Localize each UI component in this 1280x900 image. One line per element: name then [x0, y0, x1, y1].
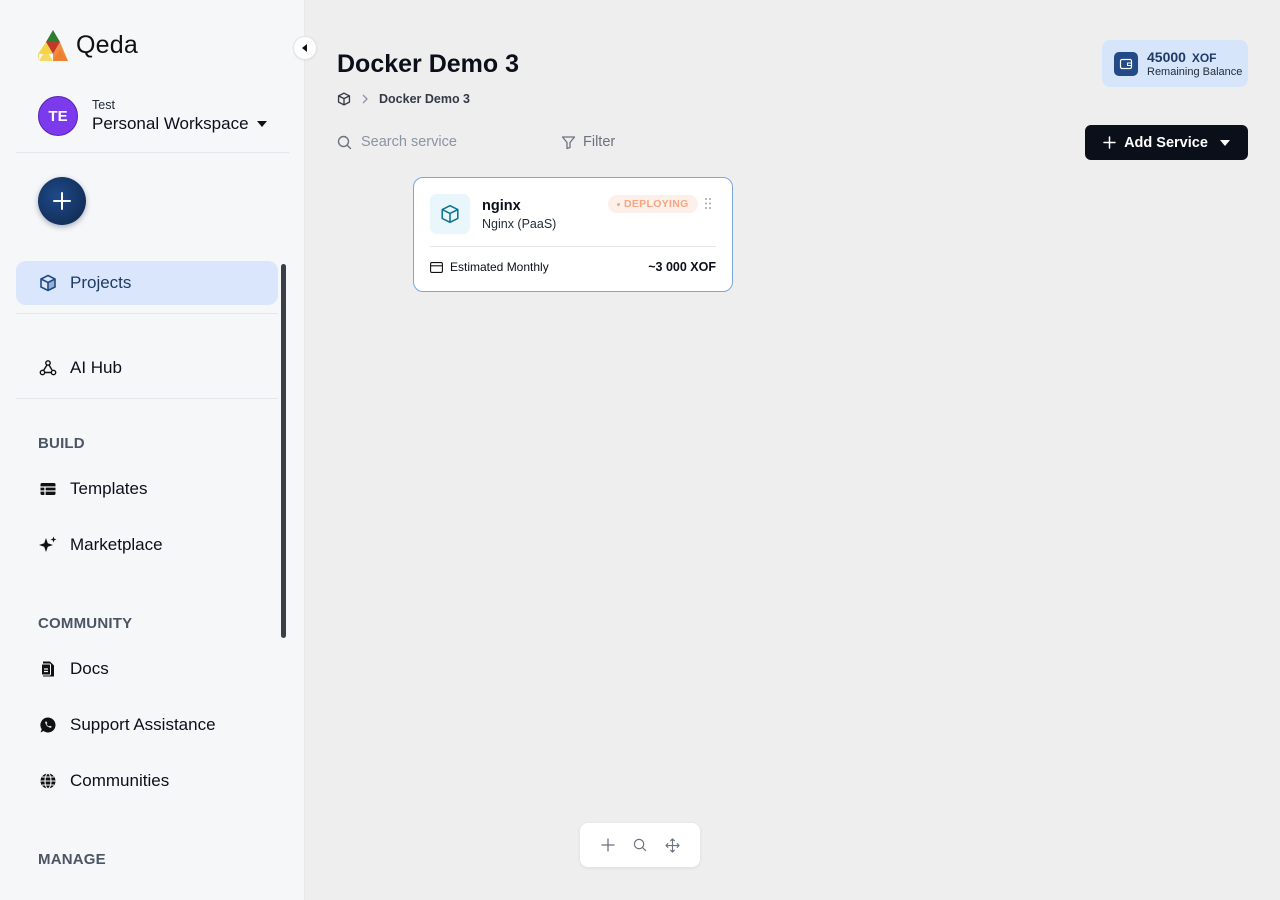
sidebar-item-support-assistance[interactable]: Support Assistance	[16, 703, 278, 747]
divider	[16, 313, 278, 314]
chevron-left-icon	[302, 44, 307, 52]
balance-badge[interactable]: 45000 XOF Remaining Balance	[1102, 40, 1248, 87]
filter-icon	[561, 135, 576, 149]
wallet-icon	[1114, 51, 1138, 76]
divider	[430, 246, 716, 247]
sidebar-item-docs[interactable]: Docs	[16, 647, 278, 691]
sidebar-item-label: Marketplace	[70, 535, 163, 554]
avatar: TE	[38, 96, 78, 136]
whatsapp-icon	[38, 715, 58, 735]
balance-label: Remaining Balance	[1147, 66, 1243, 78]
balance-currency: XOF	[1191, 51, 1217, 65]
sidebar-item-templates[interactable]: Templates	[16, 467, 278, 511]
sidebar-item-communities[interactable]: Communities	[16, 759, 278, 803]
canvas-toolbar	[580, 823, 700, 867]
search-placeholder: Search service	[361, 134, 457, 150]
status-dot-icon	[617, 202, 620, 206]
status-text: DEPLOYING	[624, 198, 689, 210]
divider	[16, 152, 289, 153]
workspace-label: Test	[92, 98, 115, 112]
globe-icon	[38, 771, 58, 791]
add-service-label: Add Service	[1124, 134, 1208, 151]
brand-logo[interactable]: Qeda	[38, 30, 138, 61]
collapse-sidebar-button[interactable]	[293, 36, 317, 60]
estimate-value: ~3 000 XOF	[648, 260, 716, 274]
breadcrumb: Docker Demo 3	[337, 92, 470, 106]
sidebar-item-ai-hub[interactable]: AI Hub	[16, 346, 278, 390]
credit-card-icon	[430, 261, 443, 273]
workspace-switcher[interactable]: TE Test Personal Workspace	[38, 96, 267, 136]
caret-down-icon	[1219, 139, 1230, 146]
section-title-manage: MANAGE	[38, 851, 106, 868]
sidebar-item-label: Support Assistance	[70, 715, 216, 734]
estimate-label: Estimated Monthly	[450, 260, 549, 274]
sidebar-item-label: AI Hub	[70, 358, 122, 377]
sidebar-item-label: Templates	[70, 479, 148, 498]
page-title: Docker Demo 3	[337, 50, 520, 78]
pan-button[interactable]	[660, 833, 684, 857]
service-name: nginx	[482, 198, 521, 214]
move-icon	[664, 837, 680, 853]
chevron-right-icon	[362, 94, 368, 104]
sidebar-item-label: Projects	[70, 273, 132, 292]
divider	[16, 398, 278, 399]
search-canvas-button[interactable]	[628, 833, 652, 857]
sidebar-item-projects[interactable]: Projects	[16, 261, 278, 305]
estimate-label-row: Estimated Monthly	[430, 260, 549, 274]
sidebar-item-label: Communities	[70, 771, 170, 790]
sparkles-icon	[38, 535, 58, 555]
service-type: Nginx (PaaS)	[482, 217, 557, 231]
drag-handle-icon[interactable]	[704, 197, 712, 210]
add-service-button[interactable]: Add Service	[1085, 125, 1248, 160]
plus-icon	[1103, 136, 1116, 149]
document-icon	[38, 659, 58, 679]
cube-icon[interactable]	[337, 92, 351, 106]
section-title-community: COMMUNITY	[38, 615, 133, 632]
cube-icon	[430, 194, 470, 234]
table-icon	[38, 479, 58, 499]
sidebar: Qeda TE Test Personal Workspace Projects…	[0, 0, 317, 900]
search-icon	[337, 135, 352, 149]
section-title-build: BUILD	[38, 435, 85, 452]
plus-icon	[53, 192, 71, 210]
sidebar-item-marketplace[interactable]: Marketplace	[16, 523, 278, 567]
zoom-in-button[interactable]	[596, 833, 620, 857]
breadcrumb-current: Docker Demo 3	[379, 92, 471, 106]
plus-icon	[601, 838, 615, 852]
sidebar-scrollbar[interactable]	[281, 264, 286, 638]
status-badge: DEPLOYING	[608, 195, 698, 213]
search-input[interactable]: Search service	[337, 134, 457, 150]
filter-label: Filter	[583, 134, 616, 150]
cube-icon	[38, 273, 58, 293]
balance-amount: 45000	[1147, 49, 1186, 65]
filter-button[interactable]: Filter	[561, 134, 615, 150]
workspace-name: Personal Workspace	[92, 114, 249, 133]
sidebar-item-label: Docs	[70, 659, 109, 678]
caret-down-icon	[256, 121, 267, 127]
webhook-icon	[38, 358, 58, 378]
search-icon	[633, 838, 647, 852]
brand-name: Qeda	[76, 31, 138, 59]
create-new-button[interactable]	[38, 177, 86, 225]
service-card[interactable]: nginx Nginx (PaaS) DEPLOYING Estimated M…	[413, 177, 733, 292]
qeda-logo-icon	[38, 30, 68, 61]
